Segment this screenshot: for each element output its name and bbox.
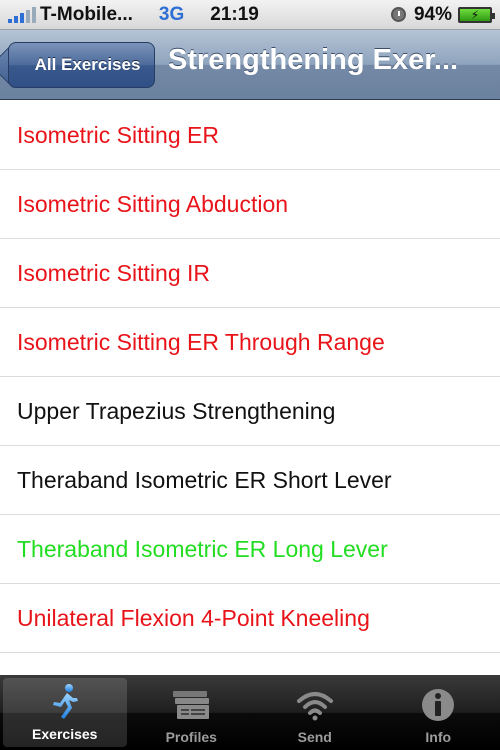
list-item[interactable]: Theraband Isometric ER Long Lever xyxy=(0,515,500,584)
tab-label: Send xyxy=(297,729,332,745)
list-item-label: Isometric Sitting IR xyxy=(17,259,210,286)
wifi-icon xyxy=(295,685,335,725)
tab-profiles[interactable]: Profiles xyxy=(130,675,254,750)
list-item-label: Isometric Sitting ER xyxy=(17,121,219,148)
runner-icon xyxy=(45,682,85,722)
exercise-list: Isometric Sitting ER Isometric Sitting A… xyxy=(0,101,500,675)
back-button-wrapper: All Exercises xyxy=(0,30,170,100)
status-time: 21:19 xyxy=(210,3,259,25)
tab-send[interactable]: Send xyxy=(253,675,377,750)
list-item[interactable]: Upper Trapezius Strengthening xyxy=(0,377,500,446)
tab-bar: Exercises Profiles Send Info xyxy=(0,675,500,750)
profiles-icon xyxy=(171,685,211,725)
info-icon xyxy=(418,685,458,725)
battery-icon: ⚡ xyxy=(458,6,495,23)
battery-percent: 94% xyxy=(413,3,452,25)
list-item-label: Isometric Sitting ER Through Range xyxy=(17,328,385,355)
back-button-label: All Exercises xyxy=(34,55,141,74)
list-item-label: Unilateral Flexion 4-Point Kneeling xyxy=(17,604,370,631)
signal-strength-icon xyxy=(8,6,36,23)
tab-label: Info xyxy=(425,729,452,745)
navigation-bar: All Exercises Strengthening Exer... xyxy=(0,30,500,100)
list-item-label: Theraband Isometric ER Short Lever xyxy=(17,466,392,493)
carrier-name: T-Mobile... xyxy=(40,3,133,25)
list-item[interactable]: Isometric Sitting Abduction xyxy=(0,170,500,239)
list-item[interactable]: Isometric Sitting ER xyxy=(0,101,500,170)
list-item[interactable]: Unilateral Flexion 4-Point Kneeling xyxy=(0,584,500,653)
list-item[interactable]: Isometric Sitting ER Through Range xyxy=(0,308,500,377)
back-button[interactable]: All Exercises xyxy=(8,42,155,88)
list-item-label: Isometric Sitting Abduction xyxy=(17,190,289,217)
list-item-label: Upper Trapezius Strengthening xyxy=(17,397,336,424)
list-item[interactable]: Isometric Sitting IR xyxy=(0,239,500,308)
tab-label: Exercises xyxy=(32,726,98,742)
page-title: Strengthening Exer... xyxy=(168,44,459,76)
rotation-lock-icon xyxy=(390,7,406,22)
network-type: 3G xyxy=(158,3,185,25)
status-bar: T-Mobile... 3G 21:19 94% ⚡ xyxy=(0,0,500,30)
tab-info[interactable]: Info xyxy=(377,675,500,750)
list-item[interactable]: Theraband Isometric ER Short Lever xyxy=(0,446,500,515)
tab-exercises[interactable]: Exercises xyxy=(3,678,127,747)
tab-label: Profiles xyxy=(165,729,217,745)
list-item-label: Theraband Isometric ER Long Lever xyxy=(17,535,388,562)
